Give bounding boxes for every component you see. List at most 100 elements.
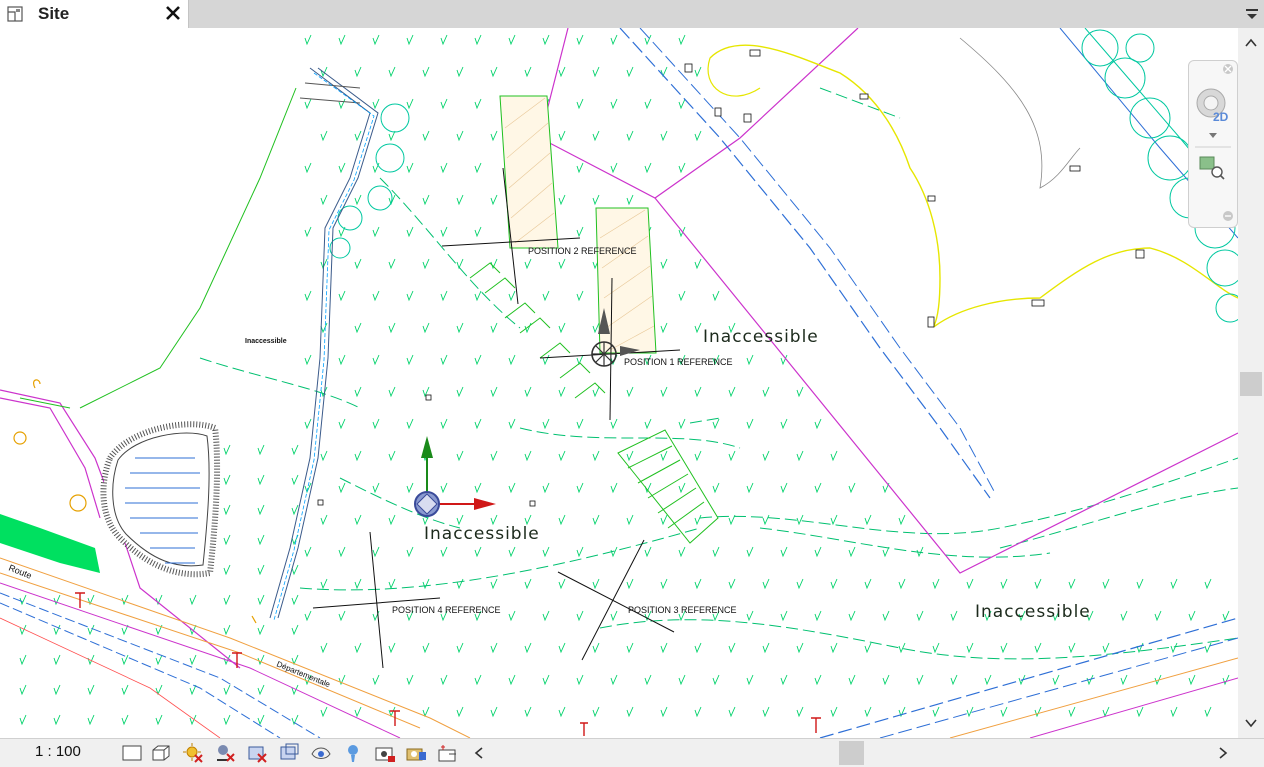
grass-tick <box>780 610 788 622</box>
grass-tick <box>53 714 61 726</box>
grass-tick <box>1170 642 1178 654</box>
grass-tick <box>223 594 231 606</box>
grass-tick <box>1000 642 1008 654</box>
show-crop-region-icon[interactable] <box>278 742 300 764</box>
grass-tick <box>610 34 618 46</box>
detail-level-icon[interactable] <box>121 742 143 764</box>
camera-icon[interactable] <box>405 742 427 764</box>
grass-tick <box>626 66 634 78</box>
sun-path-icon[interactable] <box>182 742 204 764</box>
grass-tick <box>508 610 516 622</box>
grass-tick <box>406 674 414 686</box>
grass-tick <box>558 130 566 142</box>
grass-tick <box>626 706 634 718</box>
view-tab-bar: Site <box>0 0 1264 28</box>
grass-tick <box>456 258 464 270</box>
grass-tick <box>950 674 958 686</box>
view-scale[interactable]: 1 : 100 <box>35 743 81 760</box>
shadows-icon[interactable] <box>214 742 236 764</box>
drawing-canvas[interactable]: POSITION 2 REFERENCE POSITION 1 REFERENC… <box>0 28 1238 738</box>
grass-tick <box>19 684 27 696</box>
grass-tick <box>474 674 482 686</box>
grass-tick <box>474 546 482 558</box>
highlight-displacement-icon[interactable] <box>437 742 459 764</box>
grass-tick <box>592 194 600 206</box>
grass-tick <box>508 290 516 302</box>
grass-tick <box>626 194 634 206</box>
vertical-scrollbar[interactable] <box>1238 28 1264 738</box>
scroll-up-icon[interactable] <box>1243 36 1259 50</box>
grass-tick <box>576 98 584 110</box>
grass-tick <box>490 130 498 142</box>
grass-tick <box>490 322 498 334</box>
grass-tick <box>440 162 448 174</box>
grass-tick <box>320 642 328 654</box>
grass-tick <box>644 418 652 430</box>
tab-site[interactable]: Site <box>0 0 189 28</box>
close-icon[interactable] <box>162 2 184 24</box>
grass-tick <box>814 674 822 686</box>
grass-tick <box>257 564 265 576</box>
crop-view-icon[interactable] <box>246 742 268 764</box>
yellow-contour <box>709 44 1238 328</box>
grass-tick <box>830 578 838 590</box>
grass-tick <box>762 578 770 590</box>
chevron-down-icon[interactable] <box>1209 133 1217 138</box>
temporary-view-properties-icon[interactable] <box>374 742 396 764</box>
grass-tick <box>372 674 380 686</box>
grass-tick <box>728 578 736 590</box>
grass-tick <box>1188 674 1196 686</box>
grass-tick <box>592 322 600 334</box>
grass-tick <box>388 642 396 654</box>
route-label: Route <box>7 563 33 581</box>
grass-tick <box>19 714 27 726</box>
grass-tick <box>388 258 396 270</box>
visual-style-icon[interactable] <box>150 742 172 764</box>
grass-tick <box>694 66 702 78</box>
grass-tick <box>712 418 720 430</box>
grass-tick <box>422 194 430 206</box>
grass-tick <box>291 594 299 606</box>
grass-tick <box>440 354 448 366</box>
grass-tick <box>610 674 618 686</box>
scroll-right-icon[interactable] <box>1216 745 1230 761</box>
grass-tick <box>291 444 299 456</box>
grass-tick <box>610 482 618 494</box>
grass-tick <box>304 610 312 622</box>
zoom-region-icon[interactable] <box>1199 156 1225 180</box>
grass-tick <box>864 514 872 526</box>
grass-tick <box>372 546 380 558</box>
grass-tick <box>338 546 346 558</box>
minus-icon[interactable] <box>1223 211 1233 221</box>
grass-tick <box>712 546 720 558</box>
vertical-scroll-thumb[interactable] <box>1240 372 1262 396</box>
scroll-down-icon[interactable] <box>1243 716 1259 730</box>
grass-tick <box>558 706 566 718</box>
grass-tick <box>474 354 482 366</box>
grass-tick <box>576 482 584 494</box>
grass-tick <box>1136 578 1144 590</box>
grass-tick <box>304 418 312 430</box>
temporary-hide-icon[interactable] <box>310 742 332 764</box>
grass-tick <box>456 386 464 398</box>
grass-tick <box>372 34 380 46</box>
grass-tick <box>524 66 532 78</box>
grass-tick <box>932 578 940 590</box>
grass-tick <box>121 714 129 726</box>
grass-tick <box>257 684 265 696</box>
grass-tick <box>932 706 940 718</box>
grass-tick <box>354 130 362 142</box>
grass-tick <box>712 674 720 686</box>
grass-tick <box>338 98 346 110</box>
grass-tick <box>304 162 312 174</box>
grass-tick <box>257 624 265 636</box>
grass-tick <box>474 34 482 46</box>
grass-tick <box>354 322 362 334</box>
reveal-hidden-icon[interactable] <box>342 742 364 764</box>
grass-tick <box>694 386 702 398</box>
grass-tick <box>712 482 720 494</box>
dropdown-menu-icon[interactable] <box>1244 6 1260 22</box>
close-small-icon[interactable] <box>1223 64 1233 74</box>
horizontal-scroll-thumb[interactable] <box>839 741 864 765</box>
scroll-left-icon[interactable] <box>472 745 486 761</box>
